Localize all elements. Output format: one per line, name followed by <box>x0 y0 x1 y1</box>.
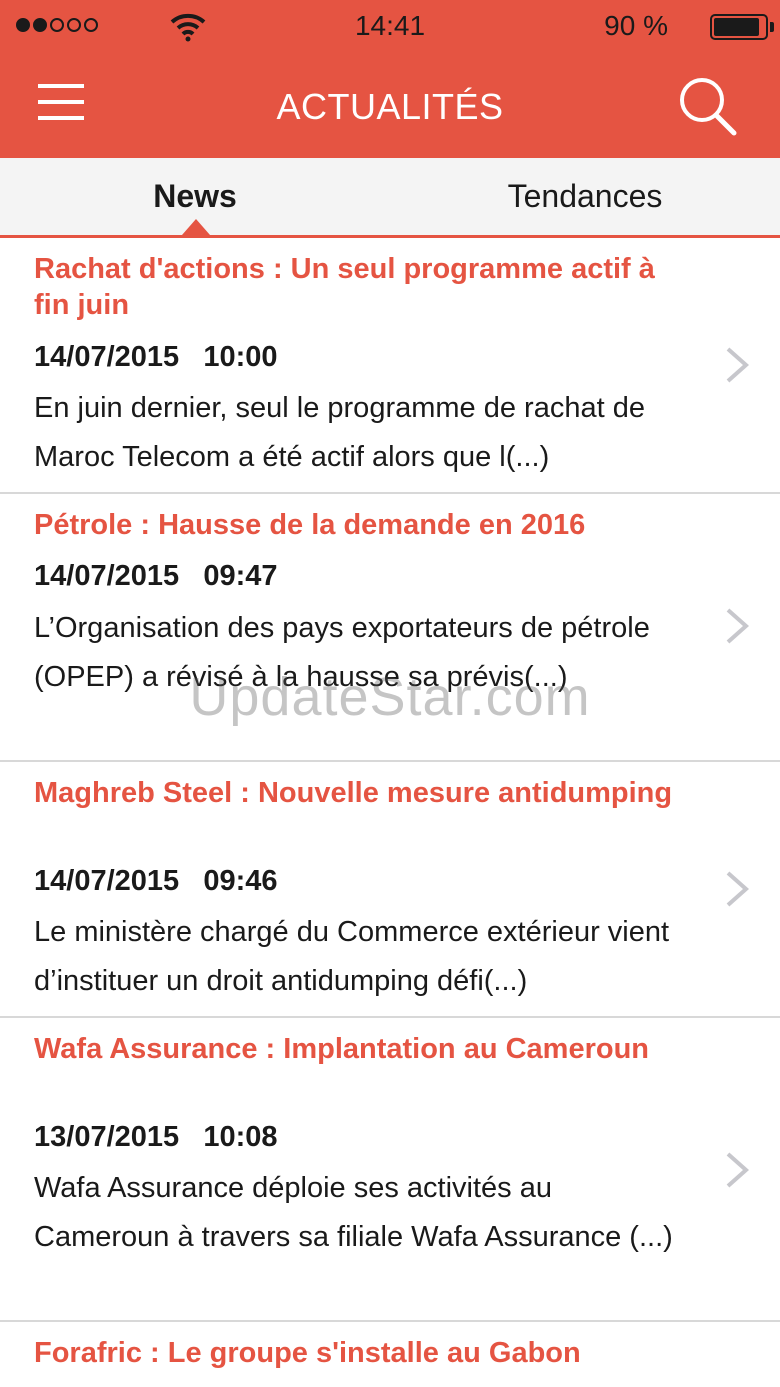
chevron-right-icon <box>726 1152 750 1188</box>
article-datetime: 14/07/2015 09:47 <box>34 560 278 592</box>
chevron-right-icon <box>726 608 750 644</box>
article-title: Wafa Assurance : Implantation au Camerou… <box>34 1033 650 1065</box>
page-title: ACTUALITÉS <box>276 86 504 127</box>
article-excerpt: Wafa Assurance déploie ses activités au … <box>34 1172 673 1253</box>
app-header: 14:41 90 % ACTUALITÉS <box>0 0 780 158</box>
list-item[interactable]: Forafric : Le groupe s'installe au Gabon <box>0 1322 780 1387</box>
article-datetime: 14/07/2015 09:46 <box>34 865 278 897</box>
article-title: Rachat d'actions : Un seul programme act… <box>34 253 655 321</box>
tab-bar: News Tendances <box>0 158 780 238</box>
article-datetime: 14/07/2015 10:00 <box>34 341 278 373</box>
list-item[interactable]: Wafa Assurance : Implantation au Camerou… <box>0 1018 780 1322</box>
status-bar: 14:41 90 % <box>0 0 780 52</box>
article-datetime: 13/07/2015 10:08 <box>34 1121 278 1153</box>
chevron-right-icon <box>726 347 750 383</box>
article-title: Pétrole : Hausse de la demande en 2016 <box>34 509 586 541</box>
tab-tendances[interactable]: Tendances <box>390 158 780 235</box>
article-title: Forafric : Le groupe s'installe au Gabon <box>34 1337 581 1369</box>
article-excerpt: Le ministère chargé du Commerce extérieu… <box>34 916 670 997</box>
article-title: Maghreb Steel : Nouvelle mesure antidump… <box>34 777 673 809</box>
list-item[interactable]: Rachat d'actions : Un seul programme act… <box>0 238 780 494</box>
battery-icon <box>710 14 768 40</box>
active-tab-indicator <box>182 219 210 235</box>
list-item[interactable]: Maghreb Steel : Nouvelle mesure antidump… <box>0 762 780 1018</box>
battery-percent: 90 % <box>604 10 668 41</box>
watermark: UpdateStar.com <box>189 667 591 727</box>
search-icon[interactable] <box>674 74 740 138</box>
article-excerpt: En juin dernier, seul le programme de ra… <box>34 392 645 473</box>
chevron-right-icon <box>726 871 750 907</box>
